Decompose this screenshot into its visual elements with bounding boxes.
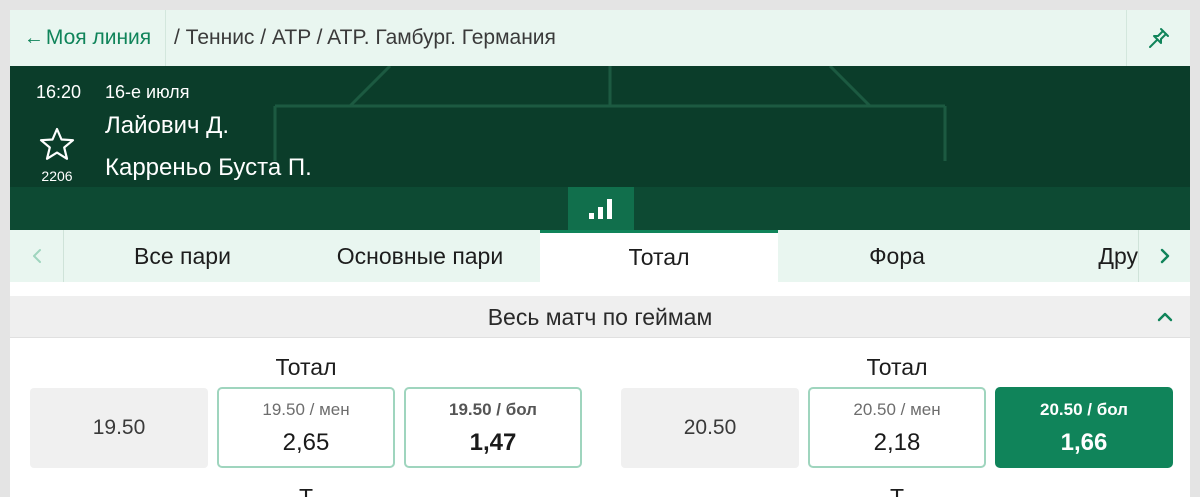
section-header[interactable]: Весь матч по геймам — [10, 296, 1190, 338]
pin-button[interactable] — [1126, 10, 1190, 66]
breadcrumb[interactable]: / Теннис / ATP / ATP. Гамбург. Германия — [174, 10, 556, 66]
next-market-title: Т — [889, 484, 905, 497]
section-title: Весь матч по геймам — [487, 303, 713, 330]
tabs-next-button[interactable] — [1138, 230, 1190, 282]
market-title: Тотал — [866, 354, 928, 380]
my-line-label: Моя линия — [45, 26, 152, 49]
next-market-title: Т — [298, 484, 314, 497]
chevron-up-icon[interactable] — [1154, 306, 1176, 328]
odds-value: 2,18 — [873, 429, 921, 456]
bar-chart-icon — [589, 199, 612, 219]
back-arrow-icon: ← — [23, 26, 44, 49]
chevron-right-icon — [1160, 248, 1169, 264]
favorites-count: 2206 — [41, 168, 73, 184]
market-tabs: Все пари Основные пари Тотал Фора Дру — [10, 230, 1190, 282]
event-date: 16-е июля — [105, 82, 190, 102]
odds-label: 19.50 / мен — [262, 400, 350, 419]
team-2-name: Карреньо Буста П. — [105, 154, 312, 181]
odds-label: 20.50 / бол — [1040, 400, 1128, 419]
tab-handicap[interactable]: Фора — [778, 230, 1016, 282]
stats-button[interactable] — [568, 187, 634, 230]
tab-main-bets[interactable]: Основные пари — [300, 230, 540, 282]
total-line-value: 20.50 — [621, 388, 799, 468]
odds-button-under[interactable]: 19.50 / мен 2,65 — [217, 387, 395, 468]
team-1-name: Лайович Д. — [105, 112, 230, 139]
event-header: 16:20 16-е июля Лайович Д. Карреньо Буст… — [10, 66, 1190, 230]
odds-value: 1,66 — [1060, 429, 1108, 456]
tab-all-bets[interactable]: Все пари — [65, 230, 300, 282]
top-bar: ← Моя линия / Теннис / ATP / ATP. Гамбур… — [10, 10, 1190, 66]
tab-total[interactable]: Тотал — [540, 230, 778, 282]
odds-value: 1,47 — [469, 429, 517, 456]
odds-label: 20.50 / мен — [853, 400, 941, 419]
odds-label: 19.50 / бол — [449, 400, 537, 419]
odds-value: 2,65 — [282, 429, 330, 456]
pin-icon — [1148, 28, 1169, 48]
chevron-left-icon — [32, 249, 41, 263]
app-page: ← Моя линия / Теннис / ATP / ATP. Гамбур… — [10, 10, 1190, 497]
tab-other[interactable]: Дру — [1016, 230, 1138, 282]
market-title: Тотал — [275, 354, 337, 380]
tabs-prev-button[interactable] — [10, 230, 64, 282]
odds-button-over[interactable]: 19.50 / бол 1,47 — [404, 387, 582, 468]
event-time: 16:20 — [36, 82, 82, 102]
my-line-link[interactable]: ← Моя линия — [10, 10, 166, 66]
odds-button-over-selected[interactable]: 20.50 / бол 1,66 — [995, 387, 1173, 468]
star-outline-icon[interactable] — [38, 126, 76, 162]
odds-button-under[interactable]: 20.50 / мен 2,18 — [808, 387, 986, 468]
total-line-value: 19.50 — [30, 388, 208, 468]
